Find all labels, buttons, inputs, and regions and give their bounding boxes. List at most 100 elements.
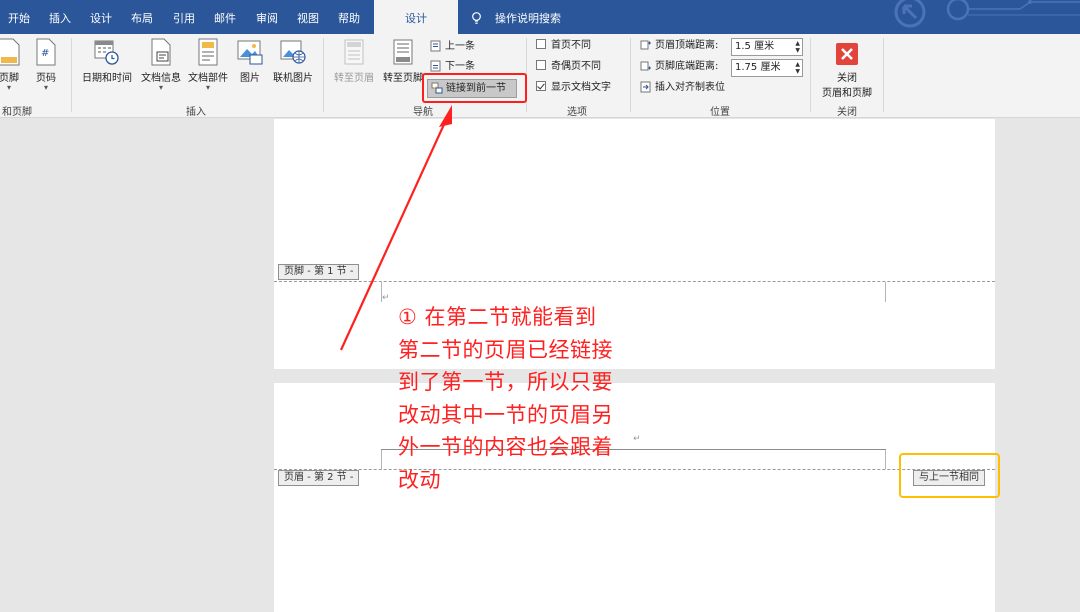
previous-button[interactable]: 上一条	[430, 38, 475, 56]
tab-header-footer-design[interactable]: 设计	[374, 0, 458, 34]
same-as-previous-highlight	[899, 453, 1000, 498]
pictures-label: 图片	[240, 73, 260, 84]
tab-mailings[interactable]: 邮件	[214, 0, 236, 34]
picture-icon	[237, 40, 263, 65]
close-label-line2: 页眉和页脚	[822, 88, 872, 99]
annotation-line: 到了第一节，所以只要	[398, 370, 613, 394]
quick-parts-icon	[198, 38, 218, 66]
page-number-icon: #	[36, 38, 56, 66]
show-document-text-checkbox[interactable]: 显示文档文字	[536, 79, 611, 97]
annotation-text: ① 在第二节就能看到 第二节的页眉已经链接 到了第一节，所以只要 改动其中一节的…	[398, 301, 648, 496]
previous-section-icon	[430, 40, 441, 52]
pictures-button[interactable]: 图片	[235, 38, 265, 84]
tab-insert[interactable]: 插入	[49, 0, 71, 34]
header-top-distance-input[interactable]: 1.5 厘米 ▲ ▼	[731, 38, 803, 56]
group-separator	[71, 38, 72, 112]
date-time-button[interactable]: 日期和时间	[78, 38, 136, 84]
goto-footer-label: 转至页脚	[383, 73, 423, 84]
close-label-line1: 关闭	[837, 73, 857, 84]
spin-arrows-icon[interactable]: ▲ ▼	[795, 40, 800, 54]
tab-layout[interactable]: 布局	[131, 0, 153, 34]
goto-header-button[interactable]: 转至页眉	[330, 38, 378, 84]
online-picture-icon	[280, 40, 306, 64]
online-pictures-button[interactable]: 联机图片	[269, 38, 317, 84]
paragraph-mark-icon: ↵	[382, 293, 390, 303]
lightbulb-icon	[472, 12, 481, 24]
margin-corner-mark	[885, 282, 886, 302]
annotation-line: 改动	[398, 467, 441, 492]
footer-distance-icon	[640, 61, 651, 71]
group-label-options: 选项	[567, 107, 587, 118]
tab-design[interactable]: 设计	[90, 0, 112, 34]
group-separator	[630, 38, 631, 112]
document-info-icon	[151, 38, 171, 66]
previous-label: 上一条	[445, 41, 475, 52]
group-label-position: 位置	[710, 107, 730, 118]
chevron-down-icon: ▾	[6, 83, 11, 92]
checkbox[interactable]	[536, 39, 546, 49]
insert-alignment-tab-label: 插入对齐制表位	[655, 82, 725, 93]
show-document-text-label: 显示文档文字	[551, 82, 611, 93]
date-time-label: 日期和时间	[82, 73, 132, 84]
tab-view[interactable]: 视图	[297, 0, 319, 34]
insert-alignment-tab-button[interactable]: 插入对齐制表位	[640, 79, 725, 97]
goto-header-label: 转至页眉	[334, 73, 374, 84]
goto-footer-icon	[393, 39, 413, 65]
footer-boundary-line	[274, 281, 995, 282]
annotation-line: 改动其中一节的页眉另	[398, 402, 613, 427]
next-label: 下一条	[445, 61, 475, 72]
annotation-line: 外一节的内容也会跟着	[398, 435, 613, 459]
tab-help[interactable]: 帮助	[338, 0, 360, 34]
link-to-previous-highlight	[422, 73, 527, 103]
group-label-header-footer: 和页脚	[2, 107, 32, 118]
annotation-line: ① 在第二节就能看到	[398, 305, 597, 329]
next-section-icon	[430, 60, 441, 72]
online-pictures-label: 联机图片	[273, 73, 313, 84]
goto-footer-button[interactable]: 转至页脚	[379, 38, 427, 84]
circuit-decoration-icon	[894, 0, 1080, 28]
goto-header-icon	[344, 39, 364, 65]
footer-bottom-distance-value: 1.75 厘米	[735, 62, 781, 73]
ribbon: 页脚 ▾ # 页码 ▾ 和页脚 日期和时间 文档信息 ▾ 文档部件 ▾ 图片 联…	[0, 34, 1080, 118]
tab-home[interactable]: 开始	[8, 0, 30, 34]
margin-corner-mark	[885, 450, 886, 469]
document-info-button[interactable]: 文档信息 ▾	[138, 38, 184, 92]
annotation-line: 第二节的页眉已经链接	[398, 337, 613, 362]
different-odd-even-checkbox[interactable]: 奇偶页不同	[536, 58, 601, 76]
group-label-navigation: 导航	[413, 107, 433, 118]
group-separator	[883, 38, 884, 112]
tab-review[interactable]: 审阅	[256, 0, 278, 34]
spin-arrows-icon[interactable]: ▲ ▼	[795, 61, 800, 75]
quick-parts-button[interactable]: 文档部件 ▾	[185, 38, 231, 92]
margin-corner-mark	[381, 450, 382, 469]
group-separator	[810, 38, 811, 112]
footer-icon	[0, 38, 20, 66]
chevron-down-icon: ▾	[43, 83, 48, 92]
header-distance-icon	[640, 40, 651, 50]
footer-section-tag: 页脚 - 第 1 节 -	[278, 264, 360, 280]
different-odd-even-label: 奇偶页不同	[551, 61, 601, 72]
footer-bottom-distance-label: 页脚底端距离:	[655, 61, 719, 72]
tab-references[interactable]: 引用	[173, 0, 195, 34]
group-label-insert: 插入	[186, 107, 206, 118]
header-top-distance-value: 1.5 厘米	[735, 41, 775, 52]
footer-button[interactable]: 页脚 ▾	[0, 38, 24, 92]
tell-me-search[interactable]: 操作说明搜索	[495, 0, 561, 34]
close-header-footer-button[interactable]: 关闭 页眉和页脚	[817, 38, 877, 99]
alignment-tab-icon	[640, 81, 651, 93]
footer-bottom-distance: 页脚底端距离:	[640, 58, 718, 76]
header-top-distance-label: 页眉顶端距离:	[655, 40, 719, 51]
page-number-button[interactable]: # 页码 ▾	[32, 38, 60, 92]
checkbox[interactable]	[536, 60, 546, 70]
calendar-clock-icon	[94, 40, 119, 65]
header-section-tag: 页眉 - 第 2 节 -	[278, 470, 360, 486]
group-label-close: 关闭	[837, 107, 857, 118]
footer-bottom-distance-input[interactable]: 1.75 厘米 ▲ ▼	[731, 59, 803, 77]
different-first-page-label: 首页不同	[551, 40, 591, 51]
header-top-distance: 页眉顶端距离:	[640, 37, 718, 55]
svg-text:#: #	[41, 48, 49, 59]
ribbon-tab-bar: 开始 插入 设计 布局 引用 邮件 审阅 视图 帮助 设计 操作说明搜索	[0, 0, 1080, 34]
checkbox-checked[interactable]	[536, 81, 546, 91]
close-icon	[836, 43, 858, 65]
different-first-page-checkbox[interactable]: 首页不同	[536, 37, 591, 55]
